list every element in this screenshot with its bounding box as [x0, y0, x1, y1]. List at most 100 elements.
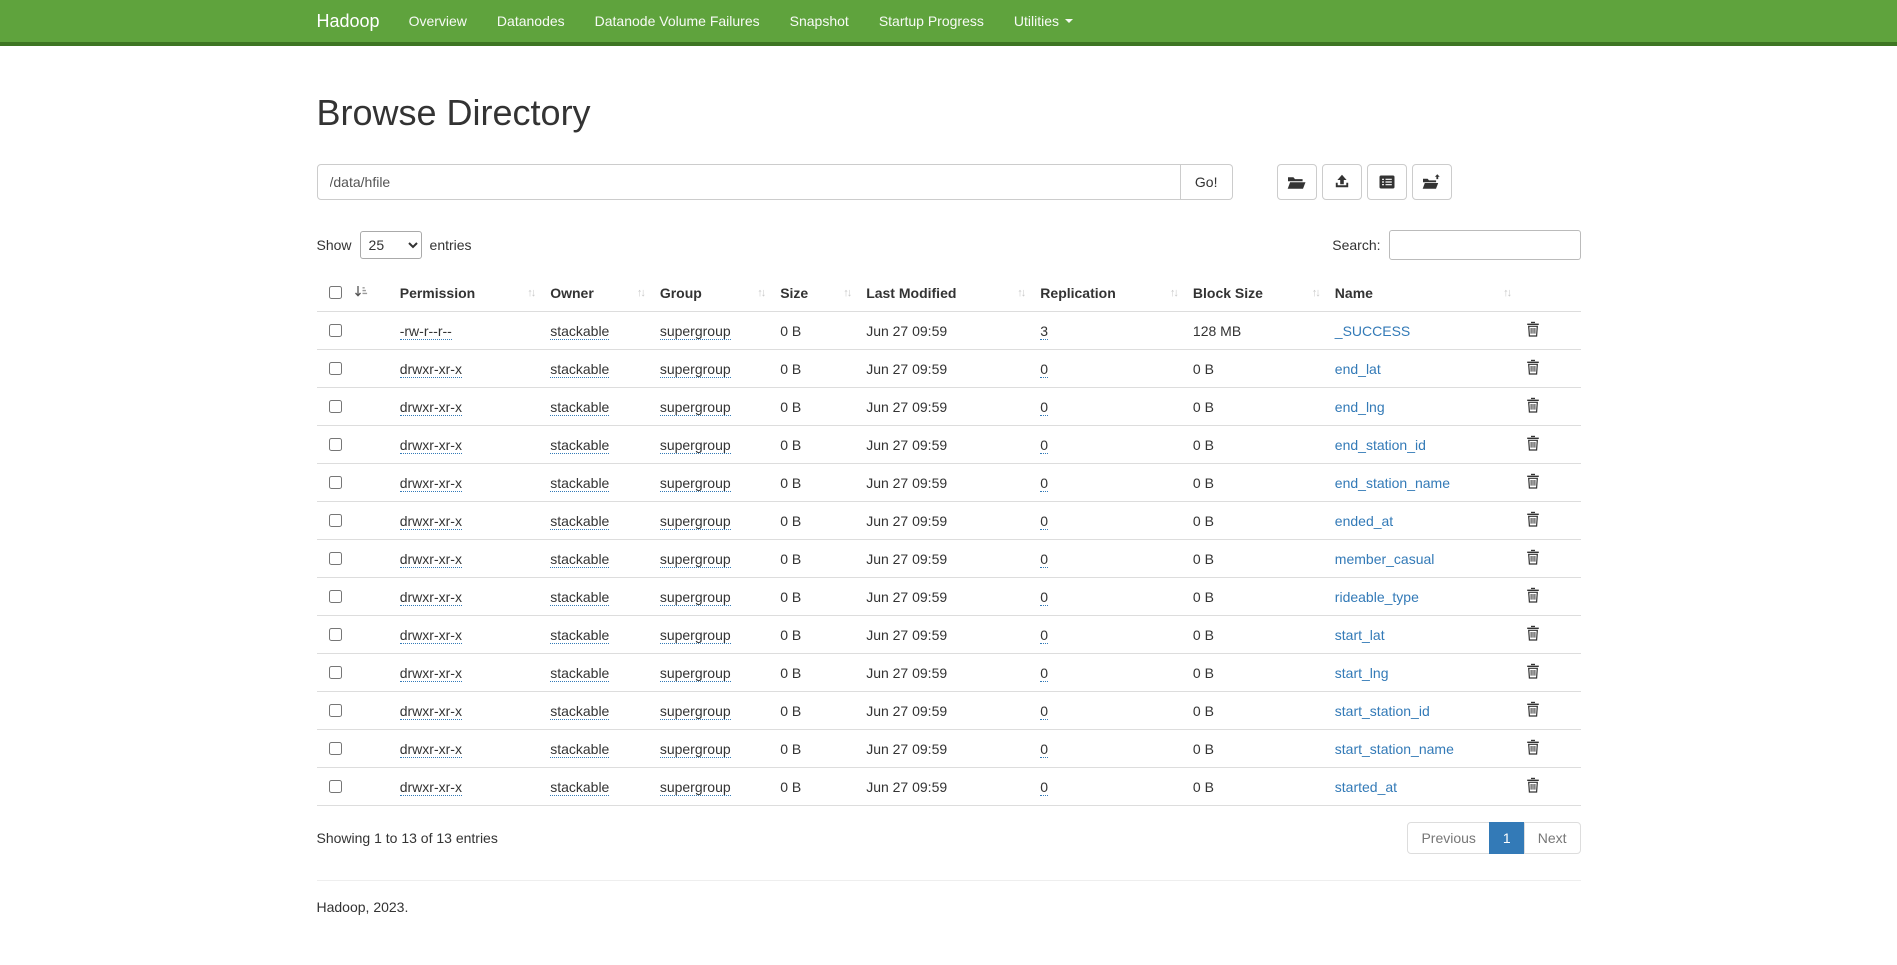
replication-value[interactable]: 0: [1040, 741, 1048, 758]
group-value[interactable]: supergroup: [660, 589, 731, 606]
nav-link-startup-progress[interactable]: Startup Progress: [864, 0, 999, 42]
owner-value[interactable]: stackable: [550, 513, 609, 530]
permission-value[interactable]: drwxr-xr-x: [400, 589, 462, 606]
group-value[interactable]: supergroup: [660, 551, 731, 568]
row-checkbox[interactable]: [329, 666, 342, 679]
navbar-brand[interactable]: Hadoop: [317, 0, 394, 42]
file-name-link[interactable]: start_station_id: [1335, 703, 1430, 719]
row-checkbox[interactable]: [329, 742, 342, 755]
delete-button[interactable]: [1526, 625, 1540, 644]
permission-value[interactable]: drwxr-xr-x: [400, 475, 462, 492]
permission-value[interactable]: drwxr-xr-x: [400, 703, 462, 720]
group-value[interactable]: supergroup: [660, 665, 731, 682]
delete-button[interactable]: [1526, 435, 1540, 454]
permission-value[interactable]: drwxr-xr-x: [400, 361, 462, 378]
header-name[interactable]: Name↑↓: [1327, 274, 1518, 312]
owner-value[interactable]: stackable: [550, 665, 609, 682]
pagination-page-1[interactable]: 1: [1490, 822, 1525, 854]
owner-value[interactable]: stackable: [550, 437, 609, 454]
go-button[interactable]: Go!: [1181, 164, 1233, 200]
permission-value[interactable]: drwxr-xr-x: [400, 779, 462, 796]
permission-value[interactable]: drwxr-xr-x: [400, 627, 462, 644]
upload-files-button[interactable]: [1322, 164, 1362, 200]
header-last-modified[interactable]: Last Modified↑↓: [858, 274, 1032, 312]
group-value[interactable]: supergroup: [660, 703, 731, 720]
group-value[interactable]: supergroup: [660, 323, 731, 340]
row-checkbox[interactable]: [329, 552, 342, 565]
group-value[interactable]: supergroup: [660, 513, 731, 530]
replication-value[interactable]: 0: [1040, 703, 1048, 720]
row-checkbox[interactable]: [329, 780, 342, 793]
permission-value[interactable]: drwxr-xr-x: [400, 437, 462, 454]
delete-button[interactable]: [1526, 777, 1540, 796]
permission-value[interactable]: drwxr-xr-x: [400, 665, 462, 682]
header-block-size[interactable]: Block Size↑↓: [1185, 274, 1327, 312]
nav-link-overview[interactable]: Overview: [394, 0, 482, 42]
owner-value[interactable]: stackable: [550, 551, 609, 568]
row-checkbox[interactable]: [329, 476, 342, 489]
file-name-link[interactable]: start_station_name: [1335, 741, 1454, 757]
header-select[interactable]: [317, 274, 392, 312]
replication-value[interactable]: 0: [1040, 779, 1048, 796]
row-checkbox[interactable]: [329, 324, 342, 337]
delete-button[interactable]: [1526, 587, 1540, 606]
header-group[interactable]: Group↑↓: [652, 274, 772, 312]
file-name-link[interactable]: ended_at: [1335, 513, 1393, 529]
delete-button[interactable]: [1526, 359, 1540, 378]
row-checkbox[interactable]: [329, 400, 342, 413]
replication-value[interactable]: 0: [1040, 361, 1048, 378]
header-owner[interactable]: Owner↑↓: [542, 274, 652, 312]
header-size[interactable]: Size↑↓: [772, 274, 858, 312]
file-name-link[interactable]: end_lng: [1335, 399, 1385, 415]
group-value[interactable]: supergroup: [660, 399, 731, 416]
delete-button[interactable]: [1526, 663, 1540, 682]
file-name-link[interactable]: member_casual: [1335, 551, 1435, 567]
owner-value[interactable]: stackable: [550, 361, 609, 378]
owner-value[interactable]: stackable: [550, 779, 609, 796]
row-checkbox[interactable]: [329, 704, 342, 717]
directory-path-input[interactable]: [317, 164, 1181, 200]
group-value[interactable]: supergroup: [660, 361, 731, 378]
permission-value[interactable]: drwxr-xr-x: [400, 513, 462, 530]
replication-value[interactable]: 0: [1040, 475, 1048, 492]
row-checkbox[interactable]: [329, 590, 342, 603]
nav-dropdown-utilities[interactable]: Utilities: [999, 0, 1088, 42]
replication-value[interactable]: 0: [1040, 589, 1048, 606]
permission-value[interactable]: drwxr-xr-x: [400, 551, 462, 568]
replication-value[interactable]: 0: [1040, 513, 1048, 530]
owner-value[interactable]: stackable: [550, 589, 609, 606]
owner-value[interactable]: stackable: [550, 399, 609, 416]
file-name-link[interactable]: start_lng: [1335, 665, 1389, 681]
file-name-link[interactable]: end_station_id: [1335, 437, 1426, 453]
owner-value[interactable]: stackable: [550, 627, 609, 644]
page-size-select[interactable]: 25: [360, 231, 422, 259]
nav-link-datanodes[interactable]: Datanodes: [482, 0, 580, 42]
delete-button[interactable]: [1526, 701, 1540, 720]
row-checkbox[interactable]: [329, 628, 342, 641]
owner-value[interactable]: stackable: [550, 323, 609, 340]
file-name-link[interactable]: end_lat: [1335, 361, 1381, 377]
group-value[interactable]: supergroup: [660, 741, 731, 758]
row-checkbox[interactable]: [329, 362, 342, 375]
group-value[interactable]: supergroup: [660, 437, 731, 454]
delete-button[interactable]: [1526, 397, 1540, 416]
group-value[interactable]: supergroup: [660, 627, 731, 644]
pagination-previous[interactable]: Previous: [1407, 822, 1489, 854]
permission-value[interactable]: -rw-r--r--: [400, 323, 452, 340]
file-name-link[interactable]: _SUCCESS: [1335, 323, 1410, 339]
delete-button[interactable]: [1526, 473, 1540, 492]
delete-button[interactable]: [1526, 321, 1540, 340]
file-name-link[interactable]: rideable_type: [1335, 589, 1419, 605]
row-checkbox[interactable]: [329, 514, 342, 527]
nav-link-datanode-volume-failures[interactable]: Datanode Volume Failures: [580, 0, 775, 42]
owner-value[interactable]: stackable: [550, 703, 609, 720]
header-permission[interactable]: Permission↑↓: [392, 274, 542, 312]
group-value[interactable]: supergroup: [660, 779, 731, 796]
owner-value[interactable]: stackable: [550, 475, 609, 492]
replication-value[interactable]: 0: [1040, 399, 1048, 416]
search-input[interactable]: [1389, 230, 1581, 260]
file-name-link[interactable]: start_lat: [1335, 627, 1385, 643]
pagination-next[interactable]: Next: [1525, 822, 1581, 854]
cut-paste-button[interactable]: [1412, 164, 1452, 200]
permission-value[interactable]: drwxr-xr-x: [400, 741, 462, 758]
